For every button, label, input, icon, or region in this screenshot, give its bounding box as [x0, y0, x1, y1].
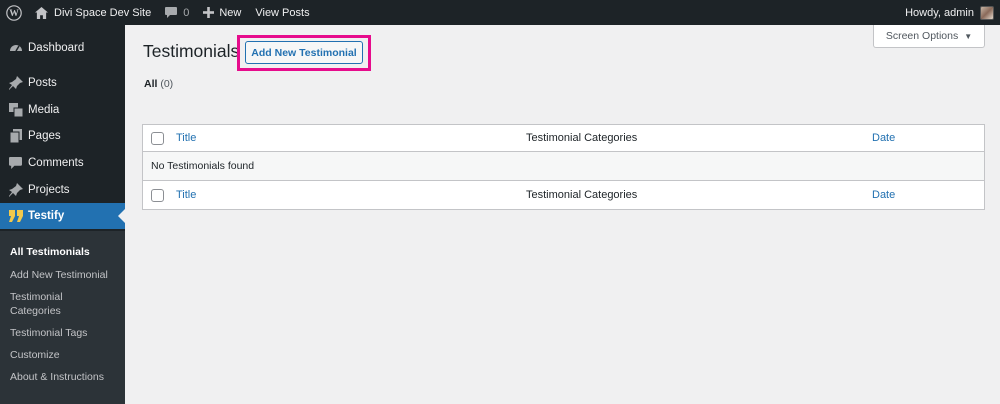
testimonials-table: Title Testimonial Categories Date No Tes…	[142, 124, 985, 210]
sidebar-item-posts[interactable]: Posts	[0, 70, 125, 96]
page-title: Testimonials	[143, 41, 240, 61]
media-icon	[0, 103, 28, 117]
svg-text:W: W	[9, 8, 19, 19]
column-date-footer[interactable]: Date	[872, 189, 895, 201]
howdy-label: Howdy, admin	[905, 6, 974, 19]
sidebar-item-comments[interactable]: Comments	[0, 150, 125, 176]
sidebar-item-label: Projects	[28, 184, 70, 196]
select-all-checkbox[interactable]	[151, 131, 164, 145]
sidebar-item-label: Testify	[28, 210, 65, 222]
sidebar-item-projects[interactable]: Projects	[0, 177, 125, 203]
table-row: No Testimonials found	[143, 152, 984, 181]
admin-bar: W Divi Space Dev Site 0 New View Posts H…	[0, 0, 1000, 25]
sidebar-item-label: Media	[28, 104, 60, 116]
sidebar-item-dashboard[interactable]: Dashboard	[0, 35, 125, 61]
table-footer-row: Title Testimonial Categories Date	[143, 181, 984, 209]
sidebar-item-label: Posts	[28, 77, 57, 89]
comments-count: 0	[183, 6, 190, 19]
sidebar-item-pages[interactable]: Pages	[0, 123, 125, 149]
admin-sidebar: Dashboard Posts Media Pages Comments Pro…	[0, 25, 125, 404]
new-label: New	[219, 6, 242, 19]
submenu-item-testimonial-categories[interactable]: Testimonial Categories	[10, 290, 80, 318]
select-all-checkbox-footer[interactable]	[151, 188, 164, 202]
status-filter: All (0)	[144, 78, 173, 90]
testify-submenu: All Testimonials Add New Testimonial Tes…	[0, 231, 125, 404]
submenu-item-all-testimonials[interactable]: All Testimonials	[10, 245, 122, 259]
add-new-testimonial-button[interactable]: Add New Testimonial	[245, 41, 363, 64]
submenu-item-add-new-testimonial[interactable]: Add New Testimonial	[10, 268, 122, 282]
view-posts-link[interactable]: View Posts	[248, 0, 316, 25]
site-name-label: Divi Space Dev Site	[54, 6, 152, 19]
column-date-header[interactable]: Date	[872, 132, 895, 144]
caret-down-icon: ▼	[964, 31, 973, 41]
pin-icon	[0, 183, 28, 197]
comments-link[interactable]: 0	[158, 0, 196, 25]
column-categories-header: Testimonial Categories	[526, 132, 638, 144]
submenu-item-customize[interactable]: Customize	[10, 348, 122, 362]
screen-options-label: Screen Options	[885, 30, 959, 42]
comment-icon	[0, 157, 28, 169]
submenu-item-testimonial-tags[interactable]: Testimonial Tags	[10, 326, 122, 340]
table-header-row: Title Testimonial Categories Date	[143, 125, 984, 152]
sidebar-item-label: Comments	[28, 157, 84, 169]
new-content-link[interactable]: New	[196, 0, 248, 25]
sidebar-item-media[interactable]: Media	[0, 97, 125, 123]
wordpress-icon: W	[6, 4, 22, 21]
dashboard-icon	[0, 41, 28, 55]
comment-bubble-icon	[165, 7, 178, 18]
pin-icon	[0, 76, 28, 90]
filter-all-count: (0)	[160, 78, 174, 90]
column-title-header[interactable]: Title	[176, 132, 196, 144]
column-title-footer[interactable]: Title	[176, 189, 196, 201]
sidebar-item-label: Dashboard	[28, 42, 85, 54]
pages-icon	[0, 129, 28, 143]
sidebar-item-label: Pages	[28, 130, 61, 142]
sidebar-item-testify[interactable]: Testify	[0, 203, 125, 229]
account-menu[interactable]: Howdy, admin	[898, 0, 1000, 25]
home-icon	[35, 6, 48, 19]
site-name-link[interactable]: Divi Space Dev Site	[26, 0, 158, 25]
plus-icon	[203, 7, 215, 18]
avatar	[980, 5, 994, 20]
quote-icon	[0, 210, 28, 222]
column-categories-footer: Testimonial Categories	[526, 189, 638, 201]
filter-all-link[interactable]: All	[144, 78, 157, 90]
screen-options-button[interactable]: Screen Options ▼	[873, 25, 985, 48]
submenu-item-about-instructions[interactable]: About & Instructions	[10, 370, 122, 384]
wordpress-logo-menu[interactable]: W	[0, 0, 26, 25]
no-items-message: No Testimonials found	[151, 160, 255, 172]
